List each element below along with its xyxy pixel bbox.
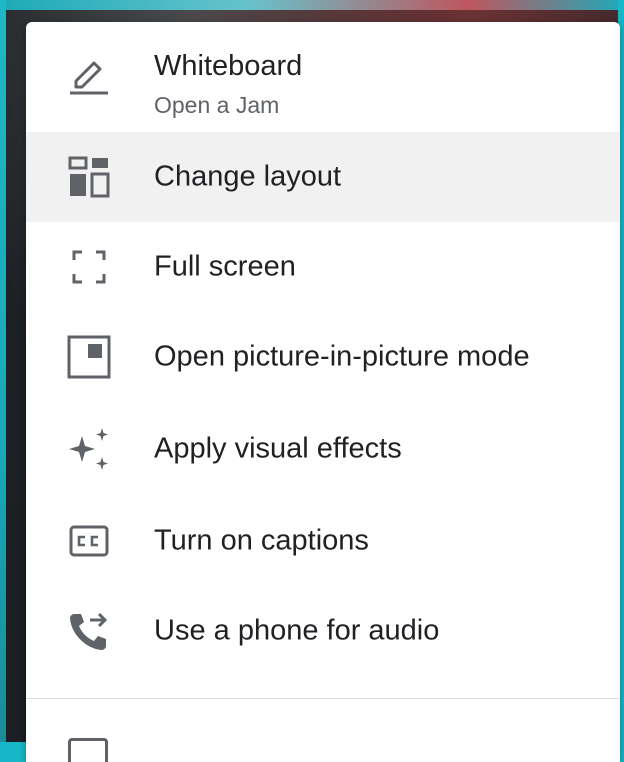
layout-icon	[66, 154, 112, 200]
window-frame-top	[0, 0, 624, 10]
more-options-menu: Whiteboard Open a Jam Change layout Full…	[26, 22, 620, 762]
menu-divider	[26, 698, 620, 699]
pencil-icon	[66, 51, 112, 97]
captions-icon	[66, 518, 112, 564]
fullscreen-icon	[66, 244, 112, 290]
menu-item-label: Apply visual effects	[154, 432, 402, 465]
menu-item-full-screen[interactable]: Full screen	[26, 222, 620, 312]
menu-item-phone-audio[interactable]: Use a phone for audio	[26, 586, 620, 676]
menu-item-whiteboard[interactable]: Whiteboard Open a Jam	[26, 22, 620, 130]
menu-item-label: Full screen	[154, 250, 296, 283]
menu-item-visual-effects[interactable]: Apply visual effects	[26, 404, 620, 494]
window-frame-left	[0, 0, 6, 742]
menu-item-label: Change layout	[154, 160, 342, 193]
menu-item-sublabel: Open a Jam	[154, 92, 280, 118]
menu-item-label: Open picture-in-picture mode	[154, 340, 530, 373]
menu-item-change-layout[interactable]: Change layout	[26, 132, 620, 222]
menu-item-label: Whiteboard	[154, 50, 303, 82]
menu-item-picture-in-picture[interactable]: Open picture-in-picture mode	[26, 312, 620, 402]
sparkle-icon	[66, 426, 112, 472]
menu-item-label: Use a phone for audio	[154, 614, 440, 647]
picture-in-picture-icon	[66, 334, 112, 380]
menu-item-label: Turn on captions	[154, 524, 369, 557]
menu-item-captions[interactable]: Turn on captions	[26, 496, 620, 586]
phone-forward-icon	[66, 608, 112, 654]
